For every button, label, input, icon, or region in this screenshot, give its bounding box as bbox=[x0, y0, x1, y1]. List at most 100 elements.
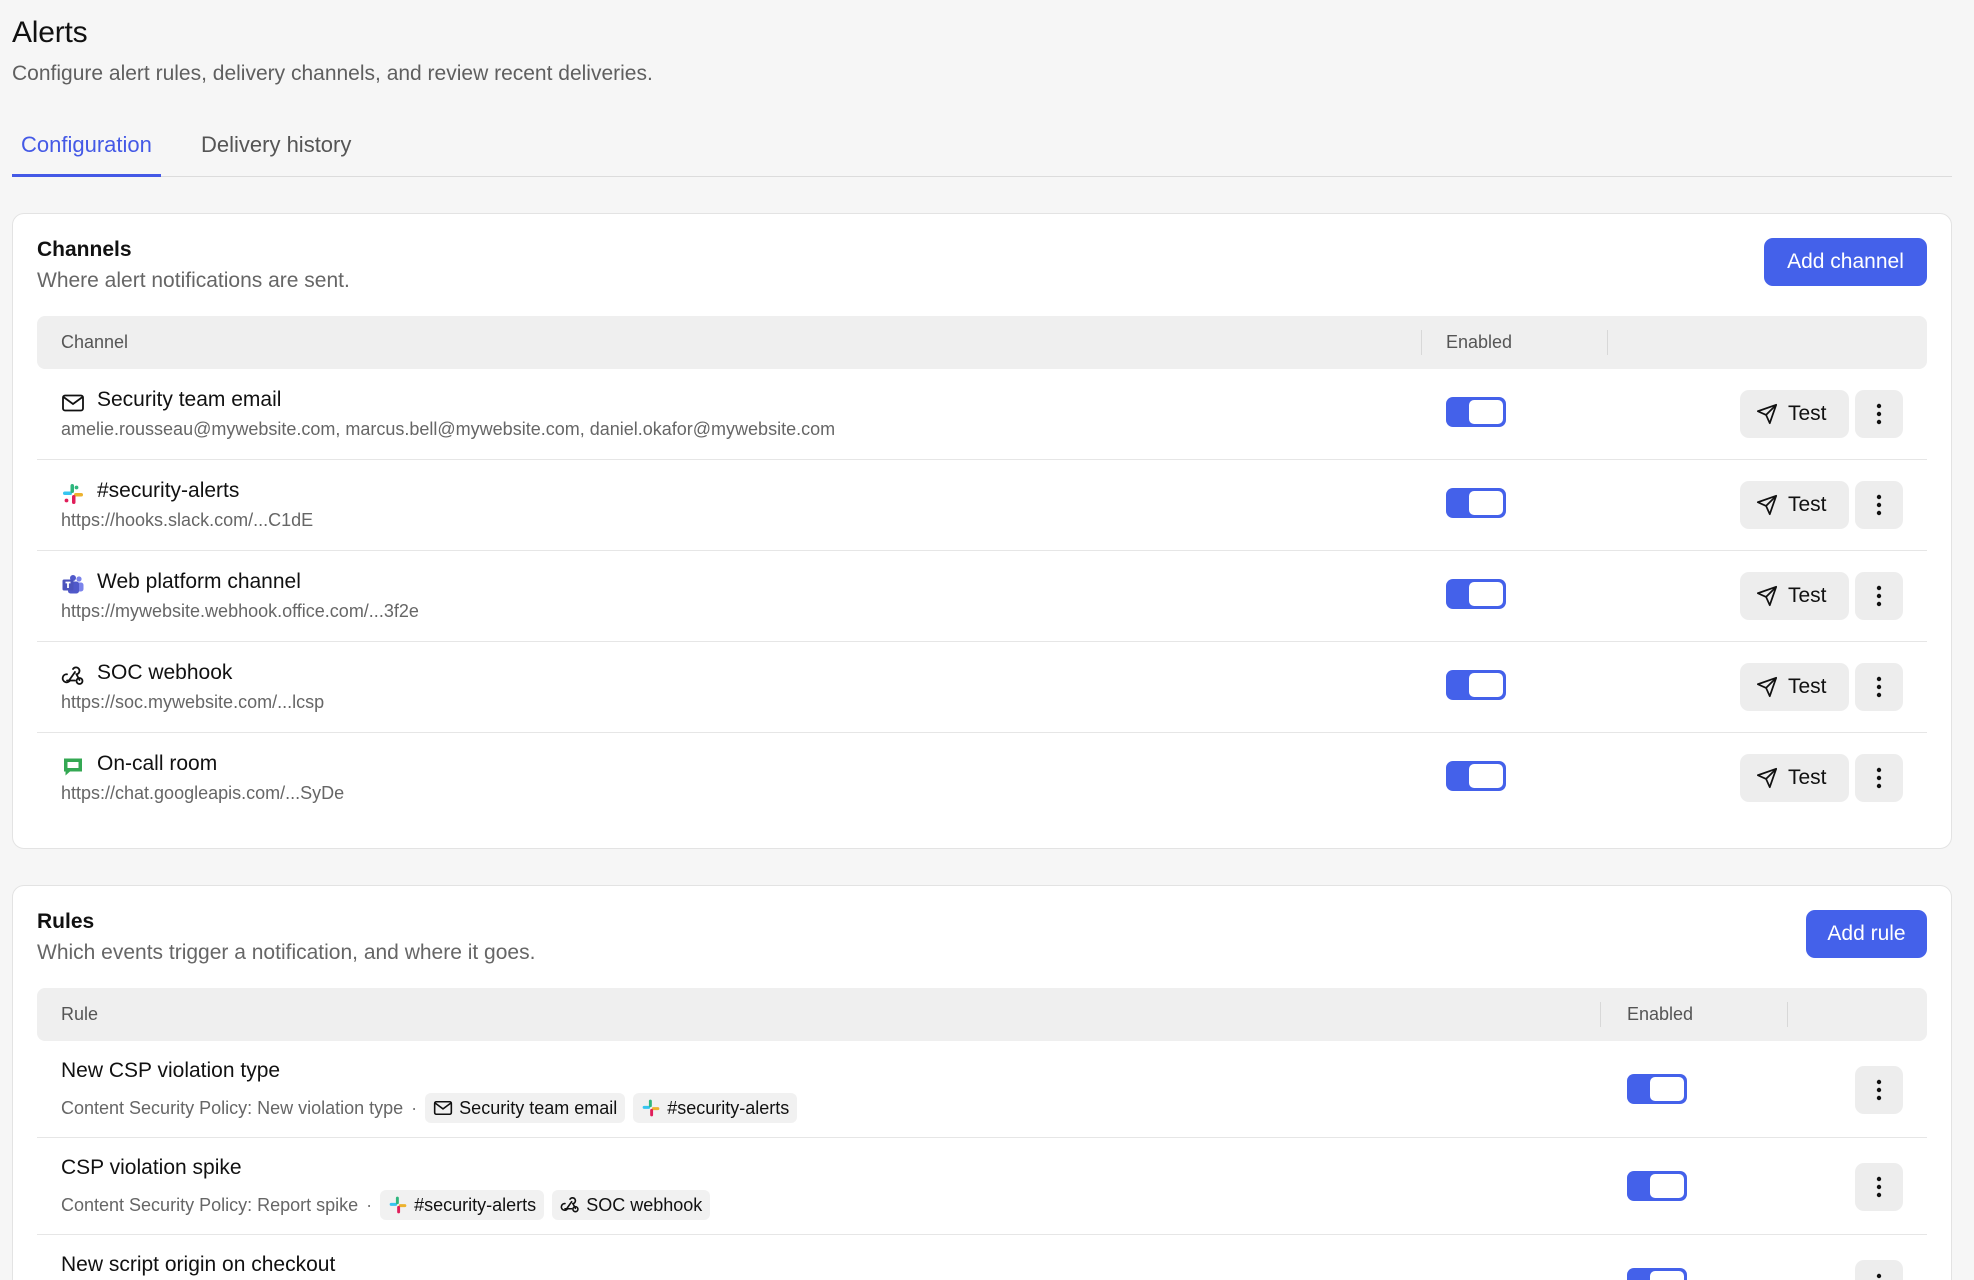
column-header-channel: Channel bbox=[61, 332, 129, 352]
column-divider bbox=[1421, 330, 1422, 355]
column-header-rule: Rule bbox=[61, 1004, 99, 1024]
rule-enabled-toggle[interactable] bbox=[1627, 1268, 1687, 1280]
channel-row: Web platform channel https://mywebsite.w… bbox=[37, 551, 1927, 642]
channel-name: #security-alerts bbox=[97, 479, 240, 502]
channel-enabled-toggle[interactable] bbox=[1446, 579, 1506, 609]
mail-icon bbox=[62, 394, 84, 412]
chip-label: Security team email bbox=[459, 1097, 618, 1118]
rule-row: New CSP violation type Content Security … bbox=[37, 1041, 1927, 1138]
channel-detail: amelie.rousseau@mywebsite.com, marcus.be… bbox=[61, 419, 836, 439]
slack-icon bbox=[389, 1196, 407, 1214]
more-vertical-icon bbox=[1876, 585, 1882, 607]
channel-chip: #security-alerts bbox=[380, 1190, 545, 1220]
more-options-button[interactable] bbox=[1855, 1260, 1903, 1280]
rule-enabled-toggle[interactable] bbox=[1627, 1171, 1687, 1201]
send-icon bbox=[1756, 676, 1778, 698]
channels-table-header: Channel Enabled bbox=[37, 316, 1927, 369]
column-divider bbox=[1607, 330, 1608, 355]
mail-icon bbox=[434, 1100, 453, 1116]
rules-title: Rules bbox=[37, 910, 95, 933]
rule-name: New script origin on checkout bbox=[61, 1253, 336, 1276]
column-header-enabled: Enabled bbox=[1627, 1004, 1694, 1024]
more-options-button[interactable] bbox=[1855, 390, 1903, 438]
channel-name: SOC webhook bbox=[97, 661, 233, 684]
rule-enabled-toggle[interactable] bbox=[1627, 1074, 1687, 1104]
send-icon bbox=[1756, 403, 1778, 425]
webhook-icon bbox=[560, 1197, 579, 1213]
send-icon bbox=[1756, 585, 1778, 607]
more-vertical-icon bbox=[1876, 1079, 1882, 1101]
more-options-button[interactable] bbox=[1855, 663, 1903, 711]
more-options-button[interactable] bbox=[1855, 572, 1903, 620]
channel-enabled-toggle[interactable] bbox=[1446, 397, 1506, 427]
add-rule-button[interactable]: Add rule bbox=[1806, 910, 1927, 958]
channel-detail: https://soc.mywebsite.com/...lcsp bbox=[61, 692, 325, 712]
more-options-button[interactable] bbox=[1855, 754, 1903, 802]
slack-icon bbox=[63, 484, 83, 504]
rule-trigger: Content Security Policy: Report spike bbox=[61, 1194, 359, 1215]
channel-enabled-toggle[interactable] bbox=[1446, 761, 1506, 791]
webhook-icon bbox=[61, 666, 84, 685]
channel-chip: SOC webhook bbox=[552, 1190, 711, 1220]
test-label: Test bbox=[1788, 402, 1827, 425]
more-options-button[interactable] bbox=[1855, 1163, 1903, 1211]
rule-name: CSP violation spike bbox=[61, 1156, 242, 1179]
channel-row: SOC webhook https://soc.mywebsite.com/..… bbox=[37, 642, 1927, 733]
teams-icon bbox=[62, 575, 84, 594]
channel-chip: #security-alerts bbox=[633, 1093, 798, 1123]
chip-label: #security-alerts bbox=[414, 1194, 537, 1215]
send-icon bbox=[1756, 767, 1778, 789]
more-vertical-icon bbox=[1876, 1176, 1882, 1198]
rules-card: Rules Which events trigger a notificatio… bbox=[12, 885, 1952, 1280]
rule-meta: Content Security Policy: New violation t… bbox=[61, 1092, 798, 1124]
channel-row: On-call room https://chat.googleapis.com… bbox=[37, 733, 1927, 824]
rules-description: Which events trigger a notification, and… bbox=[37, 941, 536, 964]
rule-row: New script origin on checkout bbox=[37, 1235, 1927, 1280]
channel-chip: Security team email bbox=[425, 1093, 626, 1123]
chip-label: #security-alerts bbox=[667, 1097, 790, 1118]
test-channel-button[interactable]: Test bbox=[1740, 663, 1849, 711]
channel-name: Security team email bbox=[97, 388, 282, 411]
more-vertical-icon bbox=[1876, 494, 1882, 516]
channel-row: #security-alerts https://hooks.slack.com… bbox=[37, 460, 1927, 551]
test-channel-button[interactable]: Test bbox=[1740, 754, 1849, 802]
test-label: Test bbox=[1788, 493, 1827, 516]
rules-table-header: Rule Enabled bbox=[37, 988, 1927, 1041]
more-vertical-icon bbox=[1876, 767, 1882, 789]
test-label: Test bbox=[1788, 675, 1827, 698]
column-divider bbox=[1600, 1002, 1601, 1027]
column-header-enabled: Enabled bbox=[1446, 332, 1513, 352]
channel-name: On-call room bbox=[97, 752, 218, 775]
test-label: Test bbox=[1788, 766, 1827, 789]
rule-meta: Content Security Policy: Report spike · … bbox=[61, 1189, 711, 1221]
slack-icon bbox=[642, 1099, 660, 1117]
column-divider bbox=[1787, 1002, 1788, 1027]
send-icon bbox=[1756, 494, 1778, 516]
channels-description: Where alert notifications are sent. bbox=[37, 269, 350, 292]
more-vertical-icon bbox=[1876, 403, 1882, 425]
channel-enabled-toggle[interactable] bbox=[1446, 670, 1506, 700]
more-vertical-icon bbox=[1876, 1273, 1882, 1279]
page-subtitle: Configure alert rules, delivery channels… bbox=[12, 62, 653, 85]
chip-label: SOC webhook bbox=[586, 1194, 703, 1215]
separator: · bbox=[366, 1194, 373, 1215]
page-title: Alerts bbox=[12, 16, 88, 49]
channel-enabled-toggle[interactable] bbox=[1446, 488, 1506, 518]
tab-bar: Configuration Delivery history bbox=[12, 120, 1952, 177]
test-label: Test bbox=[1788, 584, 1827, 607]
rule-trigger: Content Security Policy: New violation t… bbox=[61, 1097, 404, 1118]
test-channel-button[interactable]: Test bbox=[1740, 481, 1849, 529]
more-vertical-icon bbox=[1876, 676, 1882, 698]
channels-card: Channels Where alert notifications are s… bbox=[12, 213, 1952, 849]
more-options-button[interactable] bbox=[1855, 481, 1903, 529]
test-channel-button[interactable]: Test bbox=[1740, 572, 1849, 620]
channel-row: Security team email amelie.rousseau@mywe… bbox=[37, 369, 1927, 460]
more-options-button[interactable] bbox=[1855, 1066, 1903, 1114]
add-channel-button[interactable]: Add channel bbox=[1764, 238, 1927, 286]
rule-row: CSP violation spike Content Security Pol… bbox=[37, 1138, 1927, 1235]
tab-configuration[interactable]: Configuration bbox=[12, 128, 161, 177]
google-chat-icon bbox=[64, 758, 82, 776]
tab-delivery-history[interactable]: Delivery history bbox=[192, 128, 360, 177]
test-channel-button[interactable]: Test bbox=[1740, 390, 1849, 438]
rule-name: New CSP violation type bbox=[61, 1059, 281, 1082]
